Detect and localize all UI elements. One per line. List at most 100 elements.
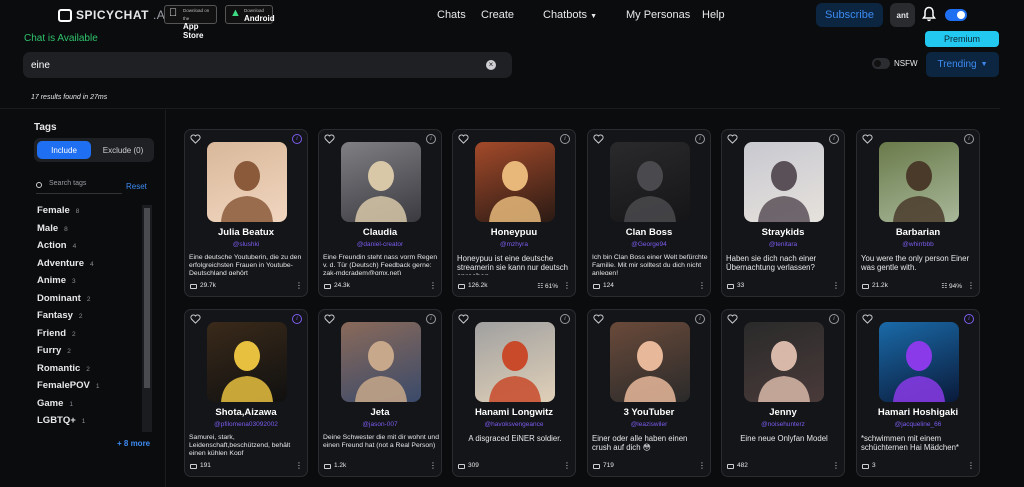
character-card[interactable]: i Claudia @daniel-creator Eine Freundin ste… [318, 129, 442, 297]
tag-item[interactable]: Anime 3 [37, 275, 147, 293]
bell-icon[interactable] [922, 6, 936, 22]
info-icon[interactable]: i [829, 134, 839, 144]
creator-handle[interactable]: @noisehunterz [722, 421, 844, 428]
app-store-badge[interactable]:  Download on the App Store [164, 5, 217, 40]
nsfw-filter[interactable]: NSFW [872, 58, 918, 69]
tag-item[interactable]: Fantasy 2 [37, 310, 147, 328]
creator-handle[interactable]: @jason-007 [319, 421, 441, 428]
character-card[interactable]: i Hamari Hoshigaki @jacqueline_66 *schwimme… [856, 309, 980, 477]
more-options-icon[interactable]: ⋮ [295, 281, 303, 290]
heart-icon[interactable] [458, 314, 469, 324]
subscribe-button[interactable]: Subscribe [816, 3, 883, 27]
character-name: 3 YouTuber [623, 407, 675, 418]
more-options-icon[interactable]: ⋮ [967, 461, 975, 470]
creator-handle[interactable]: @whirrbbb [857, 241, 979, 248]
info-icon[interactable]: i [426, 314, 436, 324]
more-options-icon[interactable]: ⋮ [967, 281, 975, 290]
tag-item[interactable]: Male 8 [37, 223, 147, 241]
info-icon[interactable]: i [426, 134, 436, 144]
heart-icon[interactable] [324, 314, 335, 324]
info-icon[interactable]: i [695, 314, 705, 324]
nav-create[interactable]: Create [481, 9, 514, 21]
tag-item[interactable]: FemalePOV 1 [37, 380, 147, 398]
heart-icon[interactable] [324, 134, 335, 144]
heart-icon[interactable] [727, 314, 738, 324]
tag-item[interactable]: Furry 2 [37, 345, 147, 363]
heart-icon[interactable] [190, 314, 201, 324]
info-icon[interactable]: i [964, 134, 974, 144]
character-card[interactable]: i Honeypuu @mzhyra Honeypuu ist eine deutsc… [452, 129, 576, 297]
include-tab[interactable]: Include [37, 141, 91, 159]
creator-handle[interactable]: @tenitara [722, 241, 844, 248]
tag-item[interactable]: Dominant 2 [37, 293, 147, 311]
creator-handle[interactable]: @leaziswiler [588, 421, 710, 428]
tag-item[interactable]: Female 8 [37, 205, 147, 223]
creator-handle[interactable]: @pfilomena03092002 [185, 421, 307, 428]
creator-handle[interactable]: @slushki [185, 241, 307, 248]
tag-item[interactable]: Romantic 2 [37, 363, 147, 381]
character-card[interactable]: i Shota,Aizawa @pfilomena03092002 Samurei, … [184, 309, 308, 477]
divider [0, 108, 1000, 109]
more-options-icon[interactable]: ⋮ [429, 461, 437, 470]
info-icon[interactable]: i [964, 314, 974, 324]
more-options-icon[interactable]: ⋮ [698, 461, 706, 470]
nav-chatbots[interactable]: Chatbots ▼ [543, 9, 597, 21]
character-card[interactable]: i Straykids @tenitara Haben sie dich nach e… [721, 129, 845, 297]
sort-dropdown[interactable]: Trending ▼ [926, 52, 999, 77]
tag-item[interactable]: LGBTQ+ 1 [37, 415, 147, 433]
info-icon[interactable]: i [292, 314, 302, 324]
logo[interactable]: SPICYCHAT .AI [58, 8, 169, 22]
avatar[interactable]: ant [890, 3, 915, 27]
more-options-icon[interactable]: ⋮ [832, 461, 840, 470]
heart-icon[interactable] [862, 134, 873, 144]
character-card[interactable]: i 3 YouTuber @leaziswiler Einer oder alle h… [587, 309, 711, 477]
more-options-icon[interactable]: ⋮ [698, 281, 706, 290]
more-options-icon[interactable]: ⋮ [563, 461, 571, 470]
more-options-icon[interactable]: ⋮ [832, 281, 840, 290]
nav-my-personas[interactable]: My Personas [626, 9, 690, 21]
character-card[interactable]: i Julia Beatux @slushki Eine deutsche Youtu… [184, 129, 308, 297]
more-options-icon[interactable]: ⋮ [429, 281, 437, 290]
info-icon[interactable]: i [292, 134, 302, 144]
nav-help[interactable]: Help [702, 9, 725, 21]
theme-toggle[interactable] [945, 9, 967, 21]
tag-list-scrollbar[interactable] [142, 205, 152, 432]
creator-handle[interactable]: @mzhyra [453, 241, 575, 248]
tag-item[interactable]: Game 1 [37, 398, 147, 416]
nsfw-toggle[interactable] [872, 58, 890, 69]
heart-icon[interactable] [458, 134, 469, 144]
more-options-icon[interactable]: ⋮ [563, 281, 571, 290]
more-options-icon[interactable]: ⋮ [295, 461, 303, 470]
android-badge[interactable]: ▲ Download Android [225, 5, 275, 24]
heart-icon[interactable] [727, 134, 738, 144]
nav-chats[interactable]: Chats [437, 9, 466, 21]
info-icon[interactable]: i [560, 314, 570, 324]
character-card[interactable]: i Clan Boss @George94 Ich bin Clan Boss ein… [587, 129, 711, 297]
creator-handle[interactable]: @havoksvengeance [453, 421, 575, 428]
reset-button[interactable]: Reset [126, 182, 147, 191]
tag-item[interactable]: Action 4 [37, 240, 147, 258]
exclude-tab[interactable]: Exclude (0) [94, 141, 152, 159]
creator-handle[interactable]: @George94 [588, 241, 710, 248]
info-icon[interactable]: i [560, 134, 570, 144]
creator-handle[interactable]: @daniel-creator [319, 241, 441, 248]
character-card[interactable]: i Jeta @jason-007 Deine Schwester die mit d… [318, 309, 442, 477]
heart-icon[interactable] [593, 314, 604, 324]
tag-item[interactable]: Friend 2 [37, 328, 147, 346]
info-icon[interactable]: i [695, 134, 705, 144]
info-icon[interactable]: i [829, 314, 839, 324]
heart-icon[interactable] [862, 314, 873, 324]
character-card[interactable]: i Hanami Longwitz @havoksvengeance A disgra… [452, 309, 576, 477]
tag-search-input[interactable]: Search tags [36, 180, 122, 194]
scrollbar-thumb[interactable] [144, 208, 150, 388]
character-card[interactable]: i Jenny @noisehunterz Eine neue Onlyfan Mod… [721, 309, 845, 477]
more-tags-link[interactable]: + 8 more [117, 439, 150, 448]
tag-item[interactable]: Adventure 4 [37, 258, 147, 276]
creator-handle[interactable]: @jacqueline_66 [857, 421, 979, 428]
clear-search-icon[interactable]: × [486, 60, 496, 70]
premium-button[interactable]: Premium [925, 31, 999, 47]
search-input[interactable] [31, 58, 471, 72]
heart-icon[interactable] [593, 134, 604, 144]
heart-icon[interactable] [190, 134, 201, 144]
character-card[interactable]: i Barbarian @whirrbbb You were the only per… [856, 129, 980, 297]
